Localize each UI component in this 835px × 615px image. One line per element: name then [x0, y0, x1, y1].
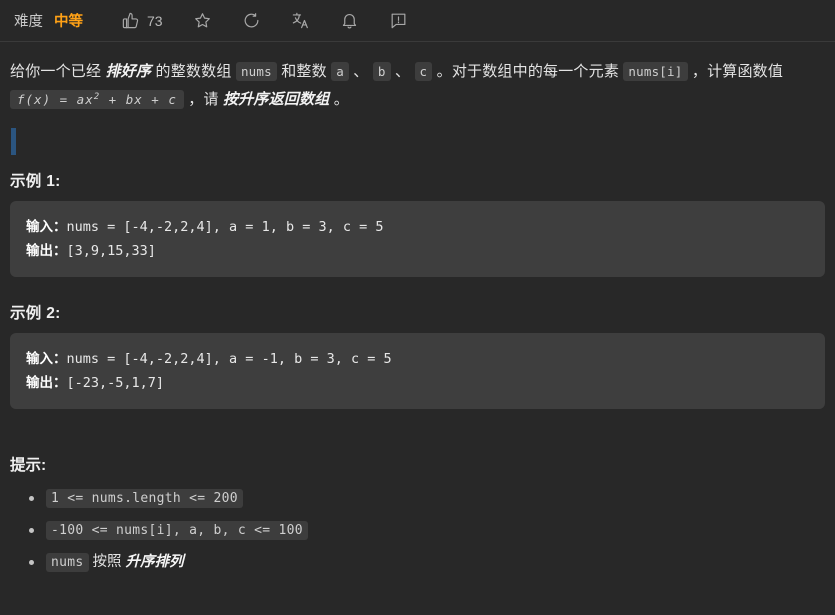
desc-text-2: 的整数数组 [151, 63, 236, 80]
inline-code-formula: f(x) = ax2 + bx + c [10, 90, 184, 109]
example-1-output-value: [3,9,15,33] [66, 243, 156, 259]
notification-button[interactable] [334, 7, 365, 34]
example-2-code: 输入：nums = [-4,-2,2,4], a = -1, b = 3, c … [10, 333, 825, 409]
example-2-input-value: nums = [-4,-2,2,4], a = -1, b = 3, c = 5 [66, 351, 392, 367]
desc-sep-1: 、 [348, 63, 373, 80]
example-2-title: 示例 2: [10, 305, 61, 322]
favorite-button[interactable] [187, 7, 218, 34]
inline-code-nums-i: nums[i] [623, 62, 688, 81]
inline-code-a: a [331, 62, 349, 81]
problem-content: 给你一个已经 排好序 的整数数组 nums 和整数 a 、 b 、 c 。对于数… [0, 42, 835, 574]
example-block-2: 示例 2: 输入：nums = [-4,-2,2,4], a = -1, b =… [10, 301, 825, 409]
desc-text-5: ，计算函数值 [687, 63, 784, 80]
problem-description: 给你一个已经 排好序 的整数数组 nums 和整数 a 、 b 、 c 。对于数… [10, 58, 825, 114]
difficulty-value[interactable]: 中等 [54, 10, 83, 31]
desc-emphasis-ascending: 按升序返回数组 [223, 91, 330, 108]
feedback-button[interactable] [383, 7, 414, 34]
hints-list: 1 <= nums.length <= 200 -100 <= nums[i],… [10, 487, 825, 574]
hint-1-code: 1 <= nums.length <= 200 [46, 489, 243, 508]
example-2-input-label: 输入： [26, 351, 67, 366]
like-button[interactable]: 73 [115, 7, 169, 34]
star-icon [193, 11, 212, 30]
translate-icon [291, 11, 310, 30]
hint-item-3: nums 按照 升序排列 [29, 551, 825, 574]
example-block-1: 示例 1: 输入：nums = [-4,-2,2,4], a = 1, b = … [10, 169, 825, 277]
bell-icon [340, 11, 359, 30]
inline-code-c: c [414, 62, 433, 81]
feedback-icon [389, 11, 408, 30]
text-cursor-bar [11, 128, 16, 155]
hint-2-code: -100 <= nums[i], a, b, c <= 100 [46, 521, 308, 540]
hint-3-strong: 升序排列 [125, 554, 184, 570]
hint-3-text: 按照 [88, 554, 126, 570]
desc-text-7: 。 [329, 91, 350, 108]
hint-3-code: nums [46, 553, 89, 572]
example-1-input-label: 输入： [26, 219, 67, 234]
like-count: 73 [147, 12, 163, 29]
inline-code-nums: nums [235, 62, 277, 81]
desc-emphasis-sorted: 排好序 [105, 63, 152, 80]
difficulty-group: 难度 中等 [14, 10, 83, 31]
difficulty-label: 难度 [14, 14, 43, 30]
problem-toolbar: 难度 中等 73 [0, 0, 835, 42]
translate-button[interactable] [285, 7, 316, 34]
desc-sep-2: 、 [390, 63, 415, 80]
example-2-output-label: 输出： [26, 375, 67, 390]
example-2-output-value: [-23,-5,1,7] [66, 375, 165, 391]
thumbs-up-icon [121, 11, 140, 30]
formula-prefix: f(x) = ax [17, 92, 94, 107]
hints-title: 提示: [10, 457, 47, 474]
hint-item-2: -100 <= nums[i], a, b, c <= 100 [29, 519, 825, 542]
hint-item-1: 1 <= nums.length <= 200 [29, 487, 825, 510]
example-1-input-value: nums = [-4,-2,2,4], a = 1, b = 3, c = 5 [66, 219, 384, 235]
example-1-output-label: 输出： [26, 243, 67, 258]
example-1-code: 输入：nums = [-4,-2,2,4], a = 1, b = 3, c =… [10, 201, 825, 277]
desc-text-1: 给你一个已经 [10, 63, 106, 80]
desc-text-6: ，请 [183, 91, 224, 108]
example-1-title: 示例 1: [10, 173, 61, 190]
share-button[interactable] [236, 7, 267, 34]
inline-code-b: b [372, 62, 391, 81]
desc-text-3: 和整数 [276, 63, 332, 80]
share-refresh-icon [242, 11, 261, 30]
formula-suffix: + bx + c [100, 92, 177, 107]
desc-text-4: 。对于数组中的每一个元素 [432, 63, 624, 80]
